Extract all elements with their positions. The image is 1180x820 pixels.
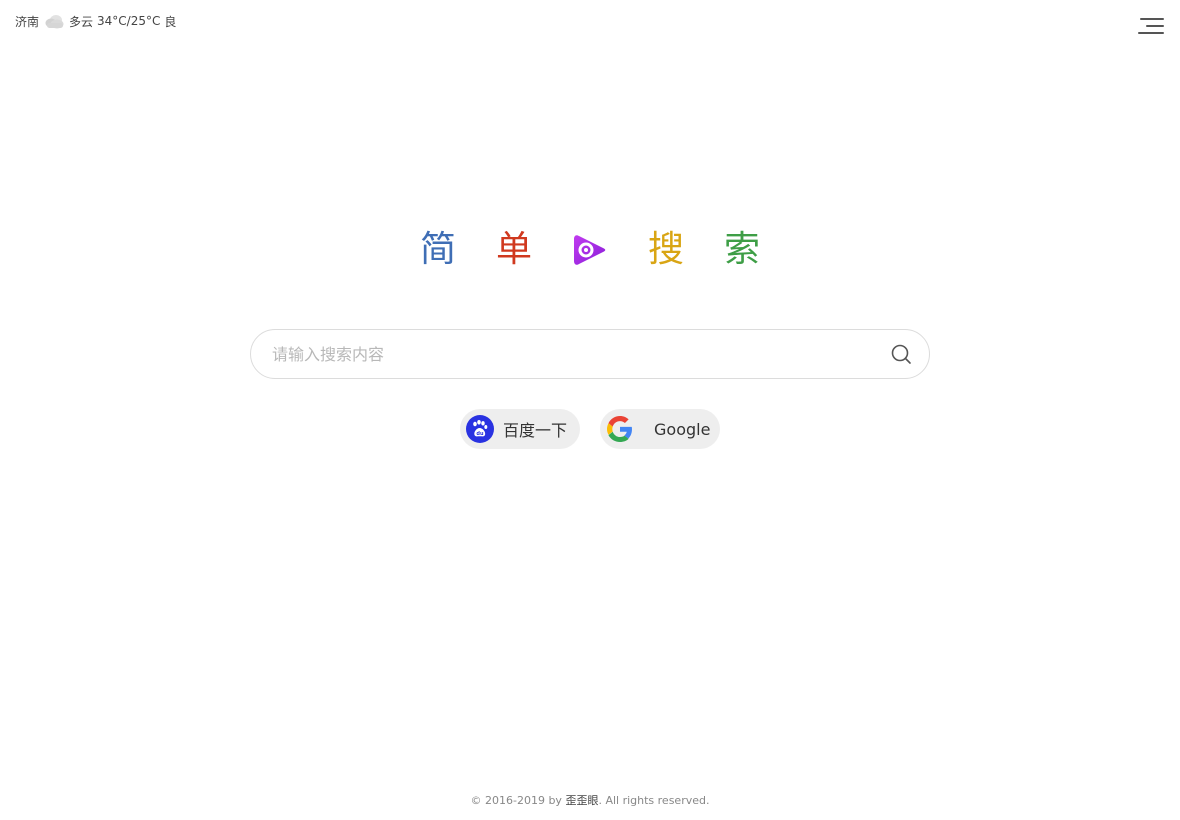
svg-text:du: du xyxy=(476,431,484,437)
baidu-search-label: 百度一下 xyxy=(503,421,568,440)
cloud-icon xyxy=(43,12,65,30)
weather-air-quality: 良 xyxy=(164,14,177,29)
logo-char-4: 索 xyxy=(723,229,760,270)
weather-city: 济南 xyxy=(15,14,40,29)
logo-char-3: 搜 xyxy=(647,229,684,270)
logo-char-1: 简 xyxy=(419,229,456,270)
footer-copyright: © 2016-2019 by xyxy=(470,794,566,807)
menu-line xyxy=(1140,18,1164,20)
weather-condition: 多云 xyxy=(69,14,94,29)
footer-author-link[interactable]: 歪歪眼 xyxy=(565,794,598,807)
search-input[interactable] xyxy=(251,330,889,378)
weather-widget[interactable]: 济南 多云 34°C/25°C 良 xyxy=(15,12,176,30)
site-logo: 简 单 搜 索 xyxy=(0,224,1180,276)
google-g-icon xyxy=(606,415,634,443)
search-box xyxy=(250,329,930,379)
weather-temperature: 34°C/25°C xyxy=(97,14,161,28)
menu-line xyxy=(1146,25,1164,27)
logo-char-2: 单 xyxy=(495,229,532,270)
google-search-label: Google xyxy=(654,419,711,439)
search-icon[interactable] xyxy=(889,342,913,366)
play-logo-icon xyxy=(571,224,609,276)
hamburger-menu-icon[interactable] xyxy=(1136,16,1164,36)
footer: © 2016-2019 by 歪歪眼. All rights reserved. xyxy=(0,792,1180,808)
footer-rights: . All rights reserved. xyxy=(598,794,710,807)
page: 济南 多云 34°C/25°C 良 简 单 搜 索 请输入搜索内容 du 百度一… xyxy=(0,0,1180,820)
search-engine-buttons: du 百度一下 Google xyxy=(0,409,1180,449)
google-search-button[interactable]: Google xyxy=(600,409,720,449)
baidu-search-button[interactable]: du 百度一下 xyxy=(460,409,580,449)
menu-line xyxy=(1138,32,1164,34)
baidu-paw-icon: du xyxy=(466,415,494,443)
